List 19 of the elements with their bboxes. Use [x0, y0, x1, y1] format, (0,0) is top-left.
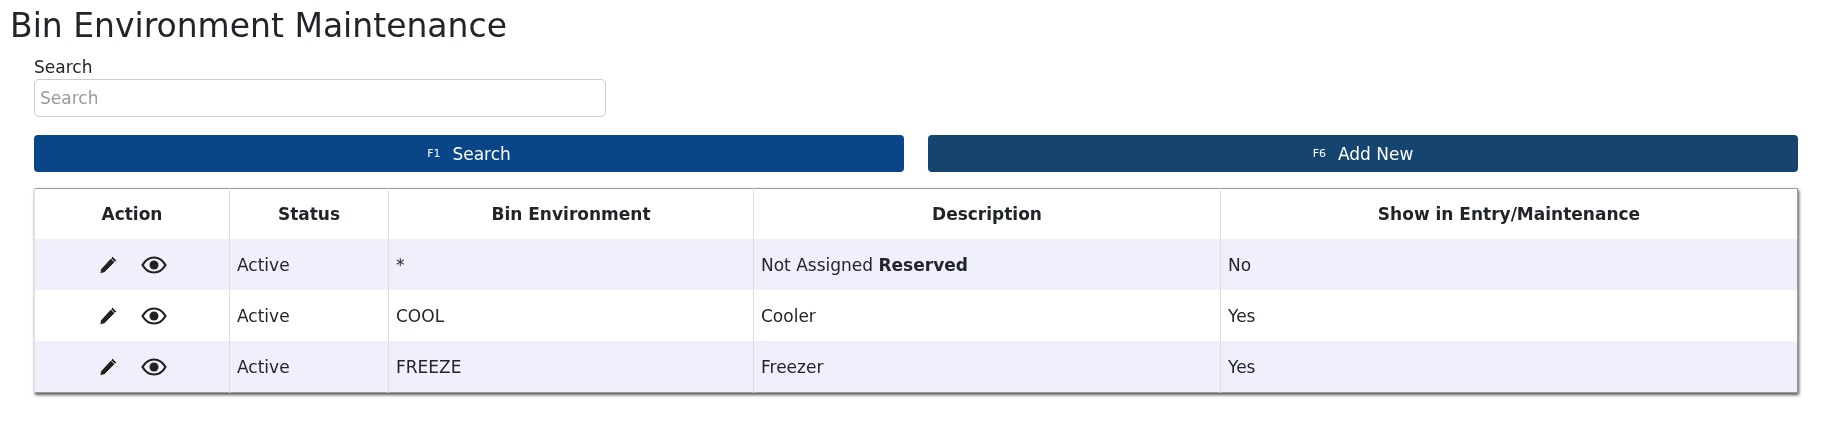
- eye-icon[interactable]: [140, 306, 167, 325]
- eye-icon[interactable]: [140, 357, 167, 376]
- table-cell: No: [1220, 239, 1798, 290]
- table-cell: *: [388, 239, 754, 290]
- pencil-icon[interactable]: [97, 253, 120, 276]
- eye-icon[interactable]: [140, 255, 167, 274]
- table-cell: Active: [229, 239, 389, 290]
- search-label: Search: [34, 57, 94, 77]
- table-cell: Not Assigned Reserved: [753, 239, 1221, 290]
- add-new-button[interactable]: F6 Add New: [928, 135, 1798, 172]
- search-field[interactable]: Search: [34, 79, 606, 117]
- page-title: Bin Environment Maintenance: [10, 6, 508, 45]
- pencil-icon[interactable]: [97, 355, 120, 378]
- table-cell: Yes: [1220, 341, 1798, 393]
- table-cell: Active: [229, 341, 389, 393]
- table-cell: Freezer: [753, 341, 1221, 393]
- search-button[interactable]: F1 Search: [34, 135, 904, 172]
- table-cell: FREEZE: [388, 341, 754, 393]
- pencil-icon[interactable]: [97, 304, 120, 327]
